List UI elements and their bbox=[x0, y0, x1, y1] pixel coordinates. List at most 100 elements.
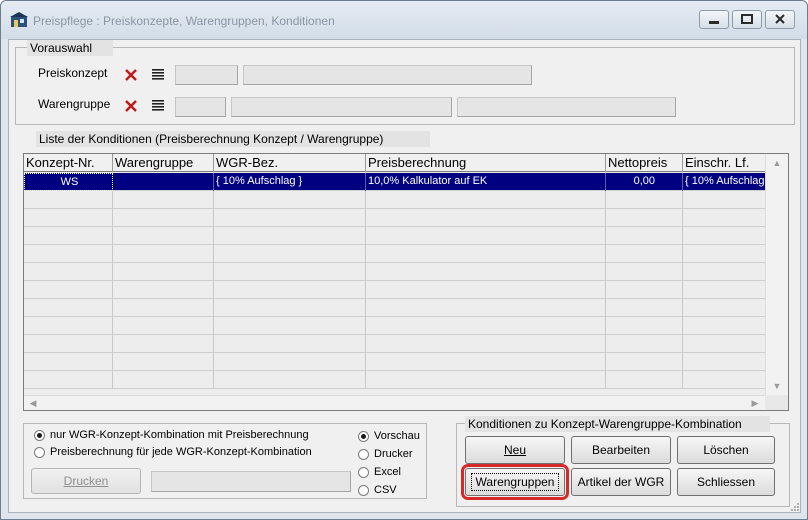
empty-cell bbox=[606, 263, 683, 281]
neu-button[interactable]: Neu bbox=[465, 436, 565, 464]
column-header-nettopreis[interactable]: Nettopreis bbox=[606, 154, 683, 172]
empty-cell bbox=[24, 263, 113, 281]
ausgabe-drucker-radio[interactable]: Drucker bbox=[358, 448, 413, 460]
empty-cell bbox=[366, 263, 606, 281]
ausgabe-csv-dot bbox=[358, 484, 369, 496]
empty-cell bbox=[113, 191, 214, 209]
empty-cell bbox=[366, 227, 606, 245]
ausgabe-vorschau-label: Vorschau bbox=[374, 430, 420, 442]
option-jede-label: Preisberechnung für jede WGR-Konzept-Kom… bbox=[50, 446, 312, 458]
column-header-preisberechnung[interactable]: Preisberechnung bbox=[366, 154, 606, 172]
empty-cell bbox=[24, 335, 113, 353]
warengruppe-code-field[interactable] bbox=[175, 97, 226, 117]
empty-cell bbox=[113, 371, 214, 389]
artikel-der-wgr-button[interactable]: Artikel der WGR bbox=[571, 468, 671, 496]
grid-body: WS { 10% Aufschlag } 10,0% Kalkulator au… bbox=[24, 173, 765, 395]
column-header-wgr-bez[interactable]: WGR-Bez. bbox=[214, 154, 366, 172]
empty-cell bbox=[24, 353, 113, 371]
empty-table-row[interactable] bbox=[24, 299, 765, 317]
empty-cell bbox=[606, 227, 683, 245]
empty-table-row[interactable] bbox=[24, 335, 765, 353]
vertical-scrollbar[interactable]: ▲ ▼ bbox=[765, 154, 788, 395]
empty-cell bbox=[24, 299, 113, 317]
scroll-left-icon[interactable]: ◀ bbox=[24, 396, 42, 410]
scroll-right-icon[interactable]: ▶ bbox=[746, 396, 764, 410]
clear-preiskonzept-icon[interactable] bbox=[124, 68, 138, 82]
option-kombination-radio[interactable]: nur WGR-Konzept-Kombination mit Preisber… bbox=[34, 429, 309, 441]
empty-cell bbox=[606, 209, 683, 227]
konditionen-grid[interactable]: Konzept-Nr. Warengruppe WGR-Bez. Preisbe… bbox=[23, 153, 789, 411]
column-header-konzept-nr[interactable]: Konzept-Nr. bbox=[24, 154, 113, 172]
empty-cell bbox=[24, 281, 113, 299]
horizontal-scrollbar[interactable]: ◀ ▶ bbox=[24, 395, 765, 410]
empty-cell bbox=[113, 335, 214, 353]
empty-table-row[interactable] bbox=[24, 281, 765, 299]
column-header-einschr-lf[interactable]: Einschr. Lf. bbox=[683, 154, 765, 172]
cell-preisberechnung: 10,0% Kalkulator auf EK bbox=[366, 173, 606, 191]
empty-table-row[interactable] bbox=[24, 227, 765, 245]
empty-table-row[interactable] bbox=[24, 317, 765, 335]
empty-cell bbox=[683, 191, 765, 209]
empty-table-row[interactable] bbox=[24, 263, 765, 281]
empty-cell bbox=[606, 245, 683, 263]
empty-cell bbox=[606, 299, 683, 317]
warengruppe-label: Warengruppe bbox=[38, 97, 111, 111]
cell-warengruppe bbox=[113, 173, 214, 191]
empty-table-row[interactable] bbox=[24, 191, 765, 209]
drucken-button[interactable]: Drucken bbox=[31, 468, 141, 494]
empty-table-row[interactable] bbox=[24, 245, 765, 263]
empty-cell bbox=[683, 209, 765, 227]
empty-cell bbox=[683, 263, 765, 281]
bearbeiten-button[interactable]: Bearbeiten bbox=[571, 436, 671, 464]
preiskonzept-code-field[interactable] bbox=[175, 65, 238, 85]
empty-cell bbox=[113, 299, 214, 317]
column-header-warengruppe[interactable]: Warengruppe bbox=[113, 154, 214, 172]
empty-cell bbox=[366, 281, 606, 299]
ausgabe-csv-radio[interactable]: CSV bbox=[358, 484, 397, 496]
ausgabe-vorschau-dot bbox=[358, 430, 369, 442]
empty-cell bbox=[214, 245, 366, 263]
loeschen-button[interactable]: Löschen bbox=[677, 436, 775, 464]
empty-cell bbox=[214, 191, 366, 209]
preiskonzept-name-field[interactable] bbox=[243, 65, 532, 85]
clear-warengruppe-icon[interactable] bbox=[124, 99, 138, 113]
schliessen-button[interactable]: Schliessen bbox=[677, 468, 775, 496]
main-window: Preispflege : Preiskonzepte, Warengruppe… bbox=[0, 0, 808, 520]
drucken-label: Drucken bbox=[63, 474, 109, 488]
empty-cell bbox=[683, 245, 765, 263]
empty-cell bbox=[606, 335, 683, 353]
empty-cell bbox=[683, 227, 765, 245]
empty-cell bbox=[683, 353, 765, 371]
option-jede-radio[interactable]: Preisberechnung für jede WGR-Konzept-Kom… bbox=[34, 446, 312, 458]
warengruppe-name-field[interactable] bbox=[231, 97, 452, 117]
resize-grip-icon[interactable] bbox=[788, 500, 800, 512]
close-button[interactable] bbox=[765, 10, 795, 29]
select-warengruppe-list-icon[interactable] bbox=[151, 98, 165, 112]
empty-cell bbox=[214, 209, 366, 227]
scroll-up-icon[interactable]: ▲ bbox=[766, 154, 788, 172]
ausgabe-drucker-label: Drucker bbox=[374, 448, 413, 460]
table-row[interactable]: WS { 10% Aufschlag } 10,0% Kalkulator au… bbox=[24, 173, 765, 191]
empty-cell bbox=[366, 353, 606, 371]
option-jede-dot bbox=[34, 446, 45, 458]
vorauswahl-legend: Vorauswahl bbox=[27, 40, 113, 56]
warengruppen-button[interactable]: Warengruppen bbox=[461, 464, 569, 500]
empty-cell bbox=[606, 191, 683, 209]
warengruppe-extra-field[interactable] bbox=[457, 97, 676, 117]
empty-cell bbox=[366, 191, 606, 209]
empty-table-row[interactable] bbox=[24, 371, 765, 389]
scroll-down-icon[interactable]: ▼ bbox=[766, 377, 788, 395]
empty-table-row[interactable] bbox=[24, 353, 765, 371]
empty-cell bbox=[113, 317, 214, 335]
empty-cell bbox=[24, 209, 113, 227]
empty-table-row[interactable] bbox=[24, 209, 765, 227]
empty-cell bbox=[214, 227, 366, 245]
maximize-button[interactable] bbox=[732, 10, 762, 29]
empty-cell bbox=[606, 353, 683, 371]
title-bar[interactable]: Preispflege : Preiskonzepte, Warengruppe… bbox=[1, 1, 807, 39]
select-preiskonzept-list-icon[interactable] bbox=[151, 67, 165, 81]
ausgabe-excel-radio[interactable]: Excel bbox=[358, 466, 401, 478]
loeschen-label: Löschen bbox=[703, 443, 749, 457]
minimize-button[interactable] bbox=[699, 10, 729, 29]
ausgabe-vorschau-radio[interactable]: Vorschau bbox=[358, 430, 420, 442]
